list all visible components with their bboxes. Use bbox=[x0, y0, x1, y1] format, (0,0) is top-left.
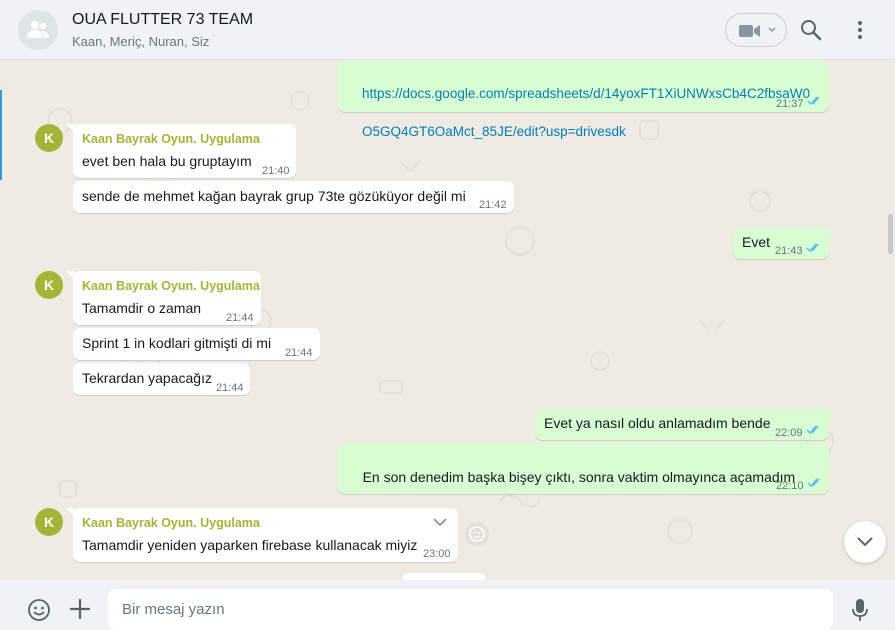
bubble-tail bbox=[829, 228, 837, 236]
message-time: 21:44 bbox=[285, 347, 313, 359]
message-bubble-incoming[interactable]: Kaan Bayrak Oyun. Uygulama Tamamdir yeni… bbox=[73, 508, 458, 562]
message-text: Evet ya nasıl oldu anlamadım bende bbox=[544, 415, 771, 431]
message-time: 21:40 bbox=[262, 165, 290, 177]
chevron-down-icon bbox=[768, 27, 776, 33]
message-bubble-incoming[interactable]: Kaan Bayrak Oyun. Uygulama Tamamdir o za… bbox=[73, 271, 261, 325]
message-time: 21:37 bbox=[776, 98, 804, 110]
message-bubble-outgoing[interactable]: En son denedim başka bişey çıktı, sonra … bbox=[338, 443, 829, 523]
message-bubble-incoming[interactable]: sende de mehmet kağan bayrak grup 73te g… bbox=[73, 181, 514, 213]
message-time: 21:44 bbox=[226, 312, 254, 324]
message-text: Evet bbox=[742, 234, 771, 250]
message-link[interactable]: https://docs.google.com/spreadsheets/d/1… bbox=[347, 65, 810, 160]
scroll-to-bottom-button[interactable] bbox=[844, 521, 886, 563]
chat-title[interactable]: OUA FLUTTER 73 TEAM bbox=[72, 11, 253, 29]
message-bubble-outgoing[interactable]: Evet 21:43 bbox=[733, 228, 829, 259]
emoji-icon[interactable] bbox=[27, 598, 51, 622]
group-avatar-icon bbox=[27, 21, 49, 38]
message-text: Tamamdir yeniden yaparken firebase kulla… bbox=[82, 537, 418, 553]
message-time: 21:44 bbox=[216, 382, 244, 394]
group-avatar[interactable] bbox=[18, 10, 58, 50]
chat-members[interactable]: Kaan, Meriç, Nuran, Siz bbox=[72, 34, 209, 49]
message-text: sende de mehmet kağan bayrak grup 73te g… bbox=[82, 188, 466, 204]
sender-name[interactable]: Kaan Bayrak Oyun. Uygulama bbox=[82, 514, 260, 533]
sender-name[interactable]: Kaan Bayrak Oyun. Uygulama bbox=[82, 277, 260, 296]
window-edge-accent bbox=[0, 90, 2, 180]
react-button[interactable] bbox=[465, 522, 489, 546]
search-icon[interactable] bbox=[800, 19, 822, 41]
message-link-line2[interactable]: O5GQ4GT6OaMct_85JE/edit?usp=drivesdk bbox=[362, 124, 626, 139]
message-bubble-outgoing[interactable]: Evet ya nasıl oldu anlamadım bende 22:09 bbox=[535, 409, 829, 440]
sender-avatar[interactable]: K bbox=[35, 271, 63, 299]
message-text: Tekrardan yapacağız bbox=[82, 370, 212, 386]
smiley-icon bbox=[469, 526, 485, 542]
message-bubble-outgoing[interactable]: https://docs.google.com/spreadsheets/d/1… bbox=[338, 61, 829, 139]
video-call-button[interactable] bbox=[725, 13, 787, 47]
sender-avatar[interactable]: K bbox=[35, 508, 63, 536]
message-text: Sprint 1 in kodlari gitmişti di mi bbox=[82, 335, 272, 351]
message-options-chevron-icon[interactable] bbox=[432, 517, 448, 527]
read-receipt-icon bbox=[806, 243, 819, 253]
sender-name[interactable]: Kaan Bayrak Oyun. Uygulama bbox=[82, 130, 260, 149]
message-text: Tamamdir o zaman bbox=[82, 300, 202, 316]
chat-header[interactable]: OUA FLUTTER 73 TEAM Kaan, Meriç, Nuran, … bbox=[0, 0, 895, 60]
read-receipt-icon bbox=[807, 96, 820, 106]
plus-icon[interactable] bbox=[69, 598, 91, 620]
message-bubble-incoming[interactable]: Tekrardan yapacağız 21:44 bbox=[73, 363, 250, 395]
message-bubble-incoming[interactable]: Sprint 1 in kodlari gitmişti di mi 21:44 bbox=[73, 328, 320, 360]
message-time: 22:10 bbox=[776, 480, 804, 492]
chat-scrollbar[interactable] bbox=[888, 214, 893, 254]
bubble-tail bbox=[829, 409, 837, 417]
read-receipt-icon bbox=[807, 478, 820, 488]
message-input[interactable] bbox=[108, 589, 833, 630]
video-call-icon bbox=[739, 25, 760, 37]
menu-icon[interactable] bbox=[856, 19, 864, 41]
message-bubble-incoming[interactable]: Kaan Bayrak Oyun. Uygulama evet ben hala… bbox=[73, 124, 296, 178]
sender-avatar[interactable]: K bbox=[35, 124, 63, 152]
message-time: 23:00 bbox=[423, 548, 451, 560]
message-time: 21:43 bbox=[775, 245, 803, 257]
message-text: evet ben hala bu gruptayım bbox=[82, 153, 252, 169]
chevron-down-icon bbox=[857, 537, 873, 547]
message-time: 22:09 bbox=[775, 427, 803, 439]
message-time: 21:42 bbox=[479, 199, 507, 211]
read-receipt-icon bbox=[806, 425, 819, 435]
mic-icon[interactable] bbox=[852, 598, 868, 622]
message-link-line1[interactable]: https://docs.google.com/spreadsheets/d/1… bbox=[362, 86, 810, 101]
message-text-line1: En son denedim başka bişey çıktı, sonra … bbox=[362, 469, 796, 485]
